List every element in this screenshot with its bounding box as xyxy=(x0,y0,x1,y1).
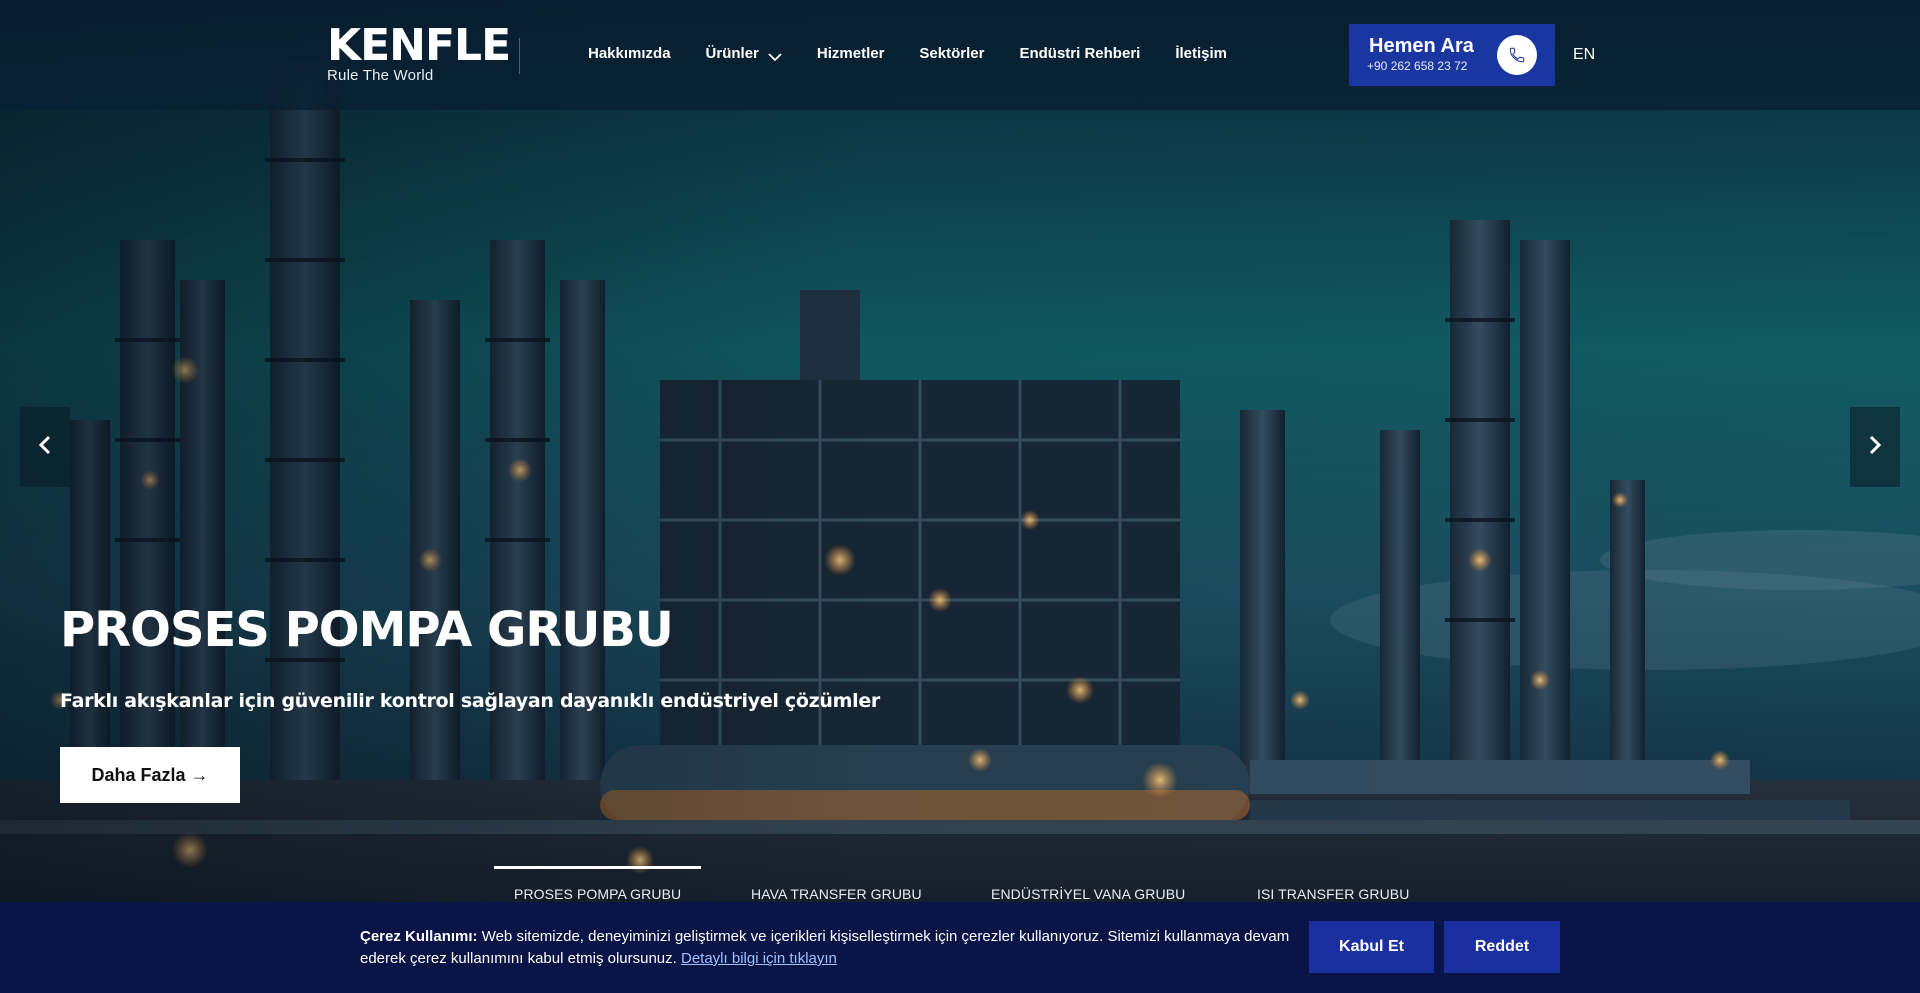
cookie-title: Çerez Kullanımı: xyxy=(360,928,478,945)
site-logo[interactable]: KENFLE Rule The World xyxy=(327,20,511,85)
header-divider xyxy=(519,38,520,74)
phone-icon xyxy=(1497,35,1537,75)
nav-urunler[interactable]: Ürünler xyxy=(706,45,782,62)
nav-hakkimizda[interactable]: Hakkımızda xyxy=(588,45,671,62)
nav-urunler-label: Ürünler xyxy=(705,45,759,62)
slider-prev-button[interactable] xyxy=(20,407,70,487)
cookie-banner: Çerez Kullanımı: Web sitemizde, deneyimi… xyxy=(0,902,1920,993)
main-nav: Hakkımızda Ürünler Hizmetler Sektörler E… xyxy=(588,45,1262,62)
cookie-text: Çerez Kullanımı: Web sitemizde, deneyimi… xyxy=(360,926,1290,970)
tab-endustriyel-vana[interactable]: ENDÜSTRİYEL VANA GRUBU xyxy=(991,886,1185,902)
nav-hizmetler[interactable]: Hizmetler xyxy=(817,45,885,62)
call-title: Hemen Ara xyxy=(1369,35,1474,57)
chevron-down-icon xyxy=(768,49,782,62)
nav-endustri-rehberi[interactable]: Endüstri Rehberi xyxy=(1019,45,1140,62)
hero-slider xyxy=(0,0,1920,993)
accept-cookies-button[interactable]: Kabul Et xyxy=(1309,921,1434,973)
hero-title: PROSES POMPA GRUBU xyxy=(60,602,674,658)
language-switch[interactable]: EN xyxy=(1573,46,1595,64)
chevron-left-icon xyxy=(38,435,52,460)
nav-sektorler[interactable]: Sektörler xyxy=(919,45,984,62)
tab-proses-pompa[interactable]: PROSES POMPA GRUBU xyxy=(514,886,681,902)
call-now-button[interactable]: Hemen Ara +90 262 658 23 72 xyxy=(1349,24,1555,86)
slider-next-button[interactable] xyxy=(1850,407,1900,487)
active-tab-indicator xyxy=(494,866,701,869)
cookie-details-link[interactable]: Detaylı bilgi için tıklayın xyxy=(681,950,837,967)
hero-subtitle: Farklı akışkanlar için güvenilir kontrol… xyxy=(60,690,880,712)
nav-iletisim[interactable]: İletişim xyxy=(1175,45,1227,62)
site-header: KENFLE Rule The World Hakkımızda Ürünler… xyxy=(0,0,1920,110)
tab-hava-transfer[interactable]: HAVA TRANSFER GRUBU xyxy=(751,886,922,902)
more-button[interactable]: Daha Fazla → xyxy=(60,747,240,803)
call-number: +90 262 658 23 72 xyxy=(1367,59,1468,73)
reject-cookies-button[interactable]: Reddet xyxy=(1444,921,1560,973)
logo-brand: KENFLE xyxy=(327,20,511,71)
hero-overlay xyxy=(0,0,1920,993)
chevron-right-icon xyxy=(1868,435,1882,460)
tab-isi-transfer[interactable]: ISI TRANSFER GRUBU xyxy=(1257,886,1409,902)
slider-tabs: PROSES POMPA GRUBU HAVA TRANSFER GRUBU E… xyxy=(0,866,1920,906)
